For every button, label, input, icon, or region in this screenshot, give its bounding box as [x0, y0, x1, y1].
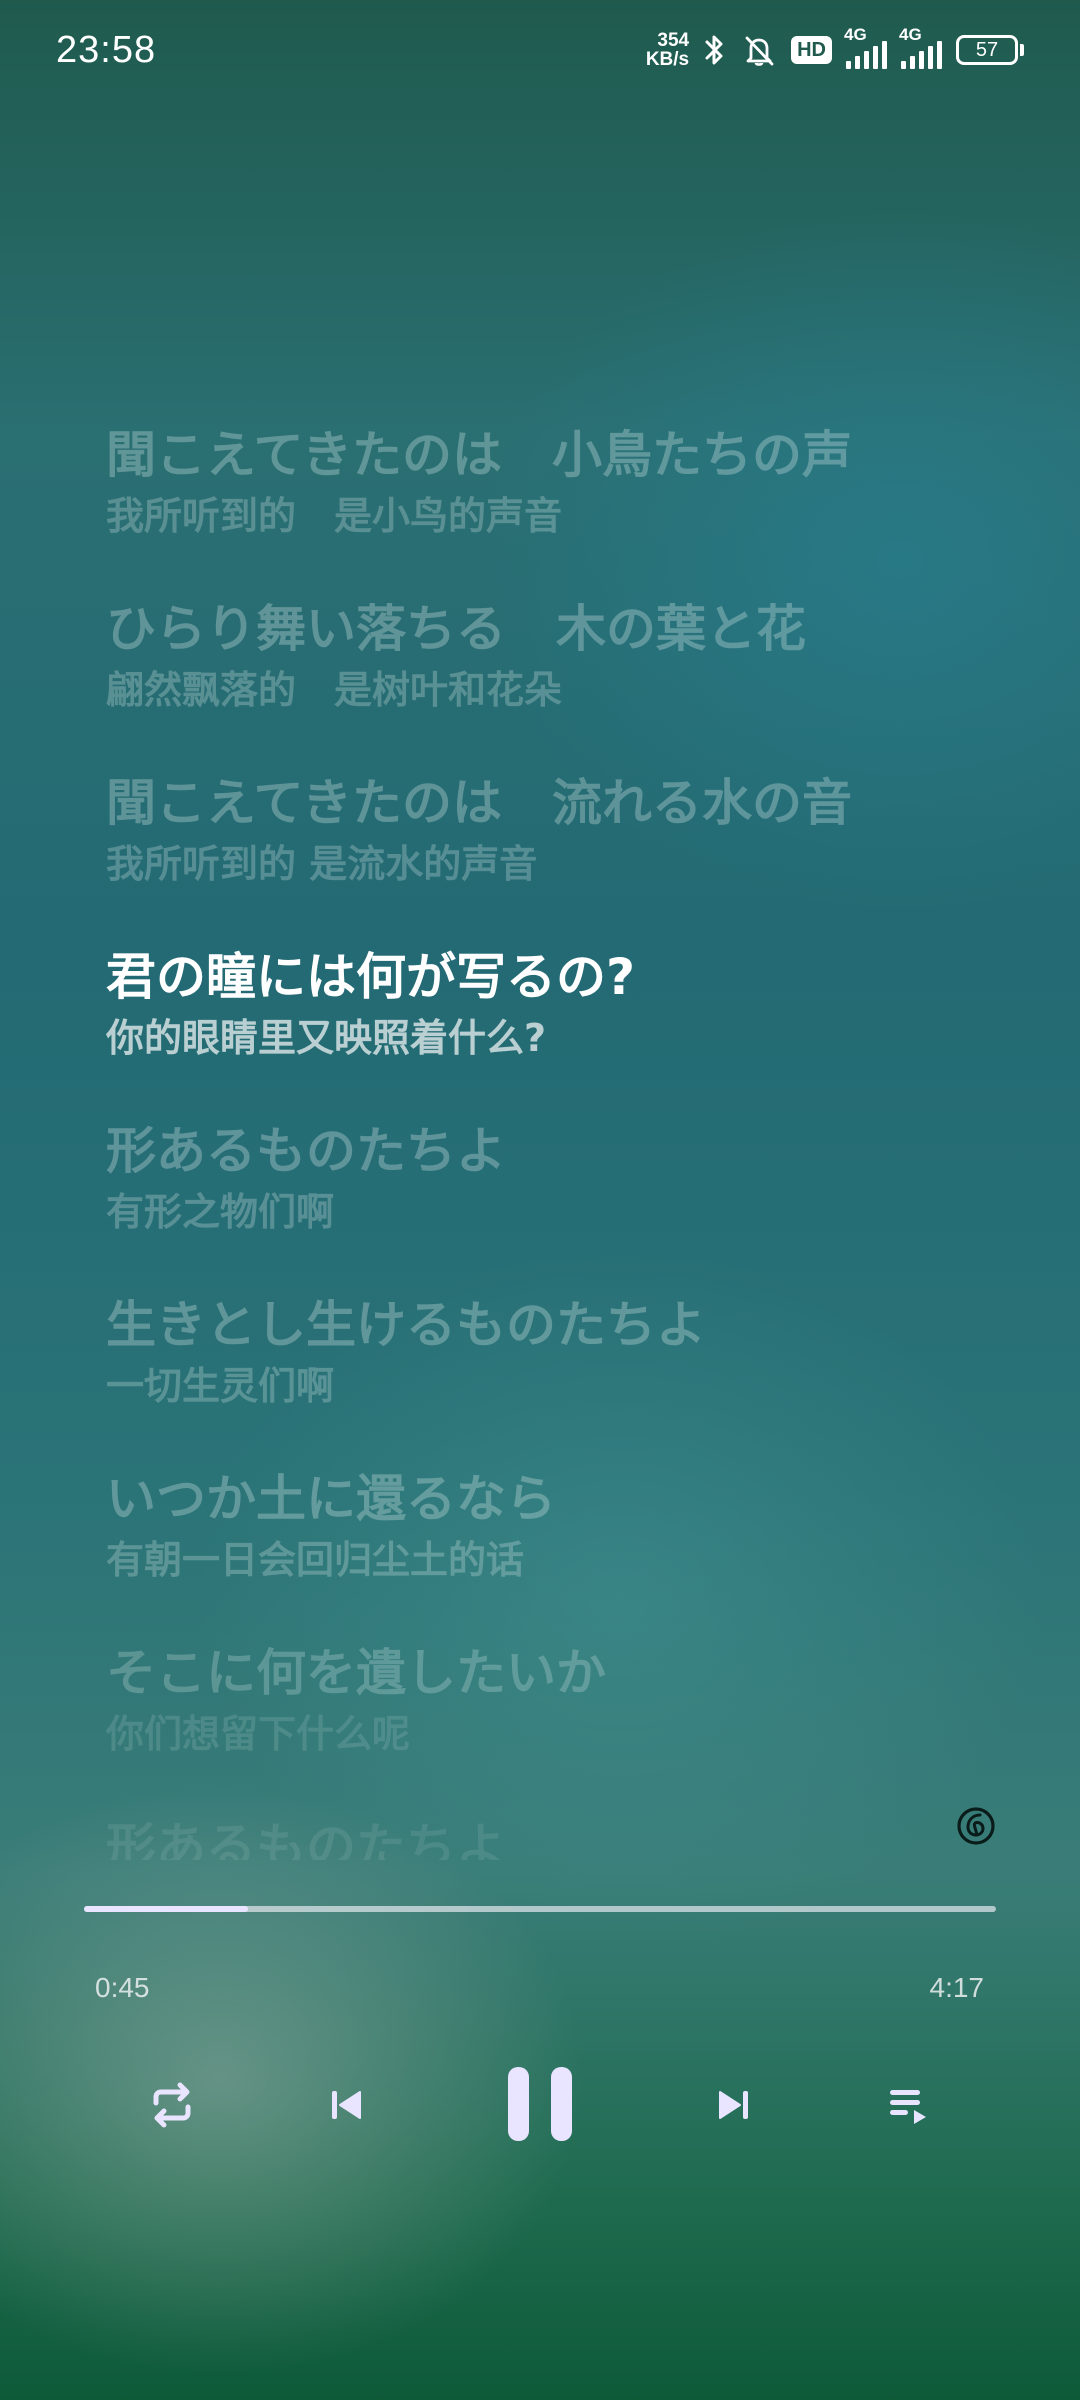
- lyric-translation: 有形之物们啊: [106, 1190, 335, 1234]
- lyric-original: 聞こえてきたのは 流れる水の音: [106, 774, 852, 832]
- lyric-line[interactable]: 形あるものたちよ: [106, 1812, 506, 1860]
- previous-button[interactable]: [306, 2060, 386, 2150]
- lyric-line[interactable]: 生きとし生けるものたちよ 一切生灵们啊: [106, 1290, 706, 1412]
- status-time: 23:58: [56, 28, 157, 71]
- netease-music-icon[interactable]: [956, 1806, 996, 1846]
- bluetooth-icon: [703, 32, 727, 68]
- lyric-line[interactable]: ひらり舞い落ちる 木の葉と花 翩然飘落的 是树叶和花朵: [106, 594, 806, 716]
- status-bar: 23:58 354 KB/s HD 4G 4G 57: [0, 0, 1080, 100]
- progress-fill: [84, 1906, 249, 1912]
- lyric-translation: 一切生灵们啊: [106, 1364, 335, 1408]
- next-button[interactable]: [694, 2060, 774, 2150]
- repeat-button[interactable]: [132, 2060, 212, 2150]
- time-total: 4:17: [929, 1972, 985, 2003]
- signal-label: 4G: [899, 25, 922, 44]
- lyric-original: 君の瞳には何が写るの?: [106, 948, 636, 1006]
- pause-icon: [505, 2065, 575, 2145]
- lyric-original: 生きとし生けるものたちよ: [106, 1296, 706, 1354]
- playlist-icon: [886, 2083, 930, 2127]
- lyric-original: ひらり舞い落ちる 木の葉と花: [106, 600, 806, 658]
- lyrics-panel[interactable]: 聞こえてきたのは 小鳥たちの声 我所听到的 是小鸟的声音 ひらり舞い落ちる 木の…: [106, 420, 1006, 1860]
- signal-icon: 4G: [899, 25, 942, 69]
- lyric-original: 形あるものたちよ: [106, 1122, 506, 1180]
- lyric-translation: 翩然飘落的 是树叶和花朵: [106, 668, 563, 712]
- playlist-button[interactable]: [868, 2060, 948, 2150]
- lyric-translation: 我所听到的 是小鸟的声音: [106, 494, 563, 538]
- progress-bar[interactable]: [84, 1906, 996, 1912]
- signal-label: 4G: [844, 25, 867, 44]
- lyric-translation: 我所听到的 是流水的声音: [106, 842, 538, 886]
- lyric-translation: 你的眼睛里又映照着什么?: [106, 1016, 547, 1060]
- lyric-original: 聞こえてきたのは 小鳥たちの声: [106, 426, 852, 484]
- lyric-line[interactable]: 形あるものたちよ 有形之物们啊: [106, 1116, 506, 1238]
- hd-icon: HD: [791, 36, 832, 64]
- lyric-translation: 你们想留下什么呢: [106, 1712, 411, 1756]
- repeat-icon: [146, 2079, 198, 2131]
- lyric-original: 形あるものたちよ: [106, 1818, 506, 1860]
- mute-icon: [741, 32, 777, 68]
- lyric-line[interactable]: 聞こえてきたのは 小鳥たちの声 我所听到的 是小鸟的声音: [106, 420, 852, 542]
- battery-level: 57: [956, 35, 1018, 65]
- lyric-line[interactable]: そこに何を遺したいか 你们想留下什么呢: [106, 1638, 606, 1760]
- status-icons: 354 KB/s HD 4G 4G 57: [646, 25, 1024, 69]
- previous-icon: [326, 2085, 366, 2125]
- next-icon: [714, 2085, 754, 2125]
- lyric-line[interactable]: 聞こえてきたのは 流れる水の音 我所听到的 是流水的声音: [106, 768, 852, 890]
- lyric-line-current[interactable]: 君の瞳には何が写るの? 你的眼睛里又映照着什么?: [106, 942, 635, 1064]
- playback-controls: [0, 2060, 1080, 2150]
- network-speed: 354 KB/s: [646, 31, 689, 69]
- battery-icon: 57: [956, 35, 1024, 65]
- network-speed-unit: KB/s: [645, 49, 690, 70]
- pause-button[interactable]: [490, 2060, 590, 2150]
- lyric-translation: 有朝一日会回归尘土的话: [106, 1538, 525, 1582]
- lyric-original: そこに何を遺したいか: [106, 1644, 606, 1702]
- lyric-line[interactable]: いつか土に還るなら 有朝一日会回归尘土的话: [106, 1464, 556, 1586]
- network-speed-value: 354: [657, 30, 690, 51]
- lyric-original: いつか土に還るなら: [106, 1470, 556, 1528]
- time-elapsed: 0:45: [95, 1972, 150, 2003]
- signal-icon: 4G: [844, 25, 887, 69]
